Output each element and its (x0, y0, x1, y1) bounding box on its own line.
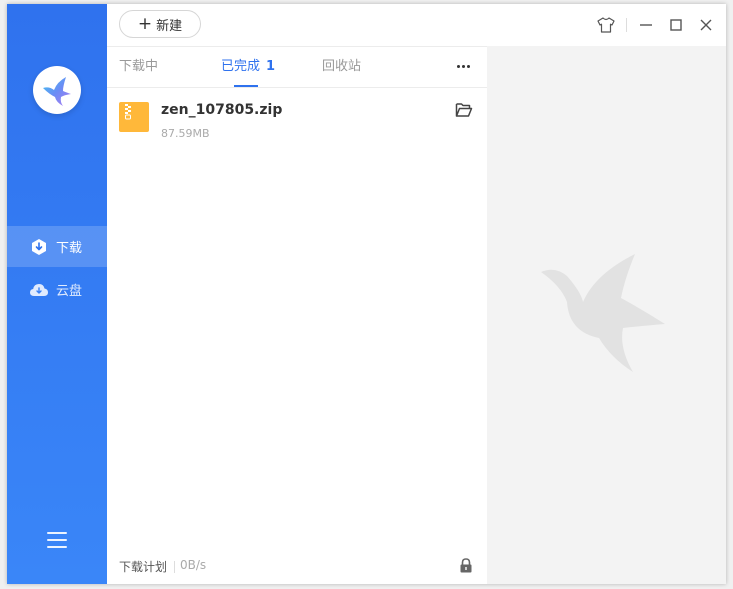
status-bar: 下载计划 0B/s (107, 550, 487, 584)
plus-icon: + (137, 13, 153, 34)
tab-bar: 下载中 已完成 1 回收站 (107, 46, 487, 88)
sidebar-item-cloud[interactable]: 云盘 (7, 269, 107, 310)
maximize-icon[interactable] (665, 14, 687, 36)
tab-recycle-bin[interactable]: 回收站 (322, 46, 361, 87)
active-tab-indicator (234, 85, 258, 87)
hummingbird-watermark-icon (537, 252, 667, 378)
file-size: 87.59MB (161, 127, 210, 140)
cloud-icon (29, 280, 49, 300)
minimize-icon[interactable] (635, 14, 657, 36)
more-dots-icon[interactable] (453, 58, 473, 74)
lock-icon[interactable] (459, 558, 473, 573)
sidebar-item-download[interactable]: 下载 (7, 226, 107, 267)
hamburger-menu-icon[interactable] (47, 532, 67, 550)
footer-separator (174, 561, 175, 573)
title-bar: + 新建 (107, 4, 726, 47)
download-speed: 0B/s (180, 558, 207, 572)
tab-downloading[interactable]: 下载中 (119, 46, 158, 87)
control-separator (626, 18, 627, 32)
new-task-button[interactable]: + 新建 (119, 10, 201, 38)
list-item[interactable]: zen_107805.zip 87.59MB (107, 88, 487, 148)
sidebar-item-label: 云盘 (56, 284, 83, 299)
zip-file-icon (119, 102, 149, 132)
file-name: zen_107805.zip (161, 102, 283, 118)
app-window: 下载 云盘 + 新建 下载中 已完成 1 回收站 zen_107805.zip … (7, 4, 726, 584)
tab-label: 回收站 (322, 59, 362, 74)
close-icon[interactable] (695, 14, 717, 36)
open-folder-icon[interactable] (455, 102, 473, 118)
tab-label: 已完成 (221, 59, 261, 74)
sidebar: 下载 云盘 (7, 4, 107, 584)
detail-panel (487, 46, 726, 584)
tab-completed[interactable]: 已完成 1 (221, 46, 275, 87)
hummingbird-logo-icon (33, 66, 81, 114)
download-plan-button[interactable]: 下载计划 (119, 558, 167, 575)
skin-icon[interactable] (595, 14, 617, 36)
tab-count-badge: 1 (266, 59, 276, 74)
new-task-label: 新建 (156, 18, 183, 34)
download-icon (29, 237, 49, 257)
tab-label: 下载中 (119, 59, 159, 74)
download-list: zen_107805.zip 87.59MB (107, 88, 487, 548)
sidebar-item-label: 下载 (56, 241, 83, 256)
